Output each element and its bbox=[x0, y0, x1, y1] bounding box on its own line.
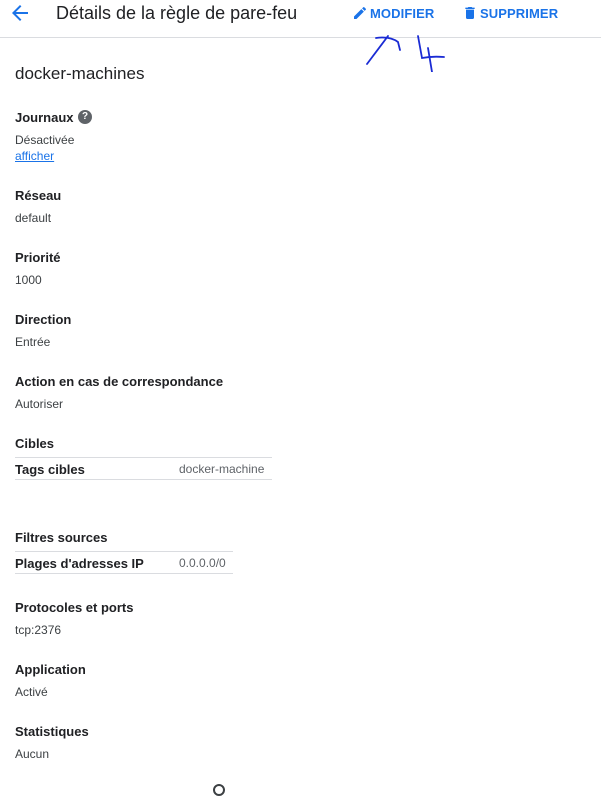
target-tags-key: Tags cibles bbox=[15, 462, 85, 477]
network-label: Réseau bbox=[15, 188, 62, 203]
protocols-value: tcp:2376 bbox=[15, 623, 62, 637]
back-arrow-icon[interactable] bbox=[8, 1, 32, 25]
trash-icon bbox=[465, 7, 475, 19]
priority-value: 1000 bbox=[15, 273, 42, 287]
source-filters-table: Plages d'adresses IP 0.0.0.0/0 bbox=[15, 551, 233, 574]
delete-label: SUPPRIMER bbox=[480, 5, 559, 21]
priority-label: Priorité bbox=[15, 250, 61, 265]
source-filters-label: Filtres sources bbox=[15, 530, 108, 545]
statistics-value: Aucun bbox=[15, 747, 50, 761]
target-tags-value: docker-machine bbox=[179, 462, 265, 476]
logs-label: Journaux bbox=[15, 110, 74, 125]
enforcement-label: Application bbox=[15, 662, 86, 677]
network-value: default bbox=[15, 211, 52, 225]
edit-button[interactable]: MODIFIER bbox=[352, 4, 434, 22]
targets-table: Tags cibles docker-machine bbox=[15, 457, 272, 480]
delete-button[interactable]: SUPPRIMER bbox=[462, 4, 558, 22]
handwritten-annotation-icon bbox=[366, 35, 445, 72]
edit-label: MODIFIER bbox=[370, 5, 435, 21]
show-logs-link[interactable]: afficher bbox=[15, 149, 54, 163]
page-title: Détails de la règle de pare-feu bbox=[56, 3, 298, 23]
protocols-label: Protocoles et ports bbox=[15, 600, 134, 615]
logs-value: Désactivée bbox=[15, 133, 75, 147]
action-value: Autoriser bbox=[15, 397, 64, 411]
partial-icon bbox=[213, 784, 225, 796]
enforcement-value: Activé bbox=[15, 685, 48, 699]
help-icon[interactable]: ? bbox=[78, 110, 92, 124]
direction-value: Entrée bbox=[15, 335, 51, 349]
rule-name: docker-machines bbox=[15, 64, 145, 83]
statistics-label: Statistiques bbox=[15, 724, 89, 739]
targets-label: Cibles bbox=[15, 436, 55, 451]
action-label: Action en cas de correspondance bbox=[15, 374, 224, 389]
ip-ranges-value: 0.0.0.0/0 bbox=[179, 556, 226, 570]
page-header: Détails de la règle de pare-feu MODIFIER… bbox=[0, 0, 601, 38]
ip-ranges-key: Plages d'adresses IP bbox=[15, 556, 144, 571]
pencil-icon bbox=[354, 6, 367, 19]
direction-label: Direction bbox=[15, 312, 72, 327]
